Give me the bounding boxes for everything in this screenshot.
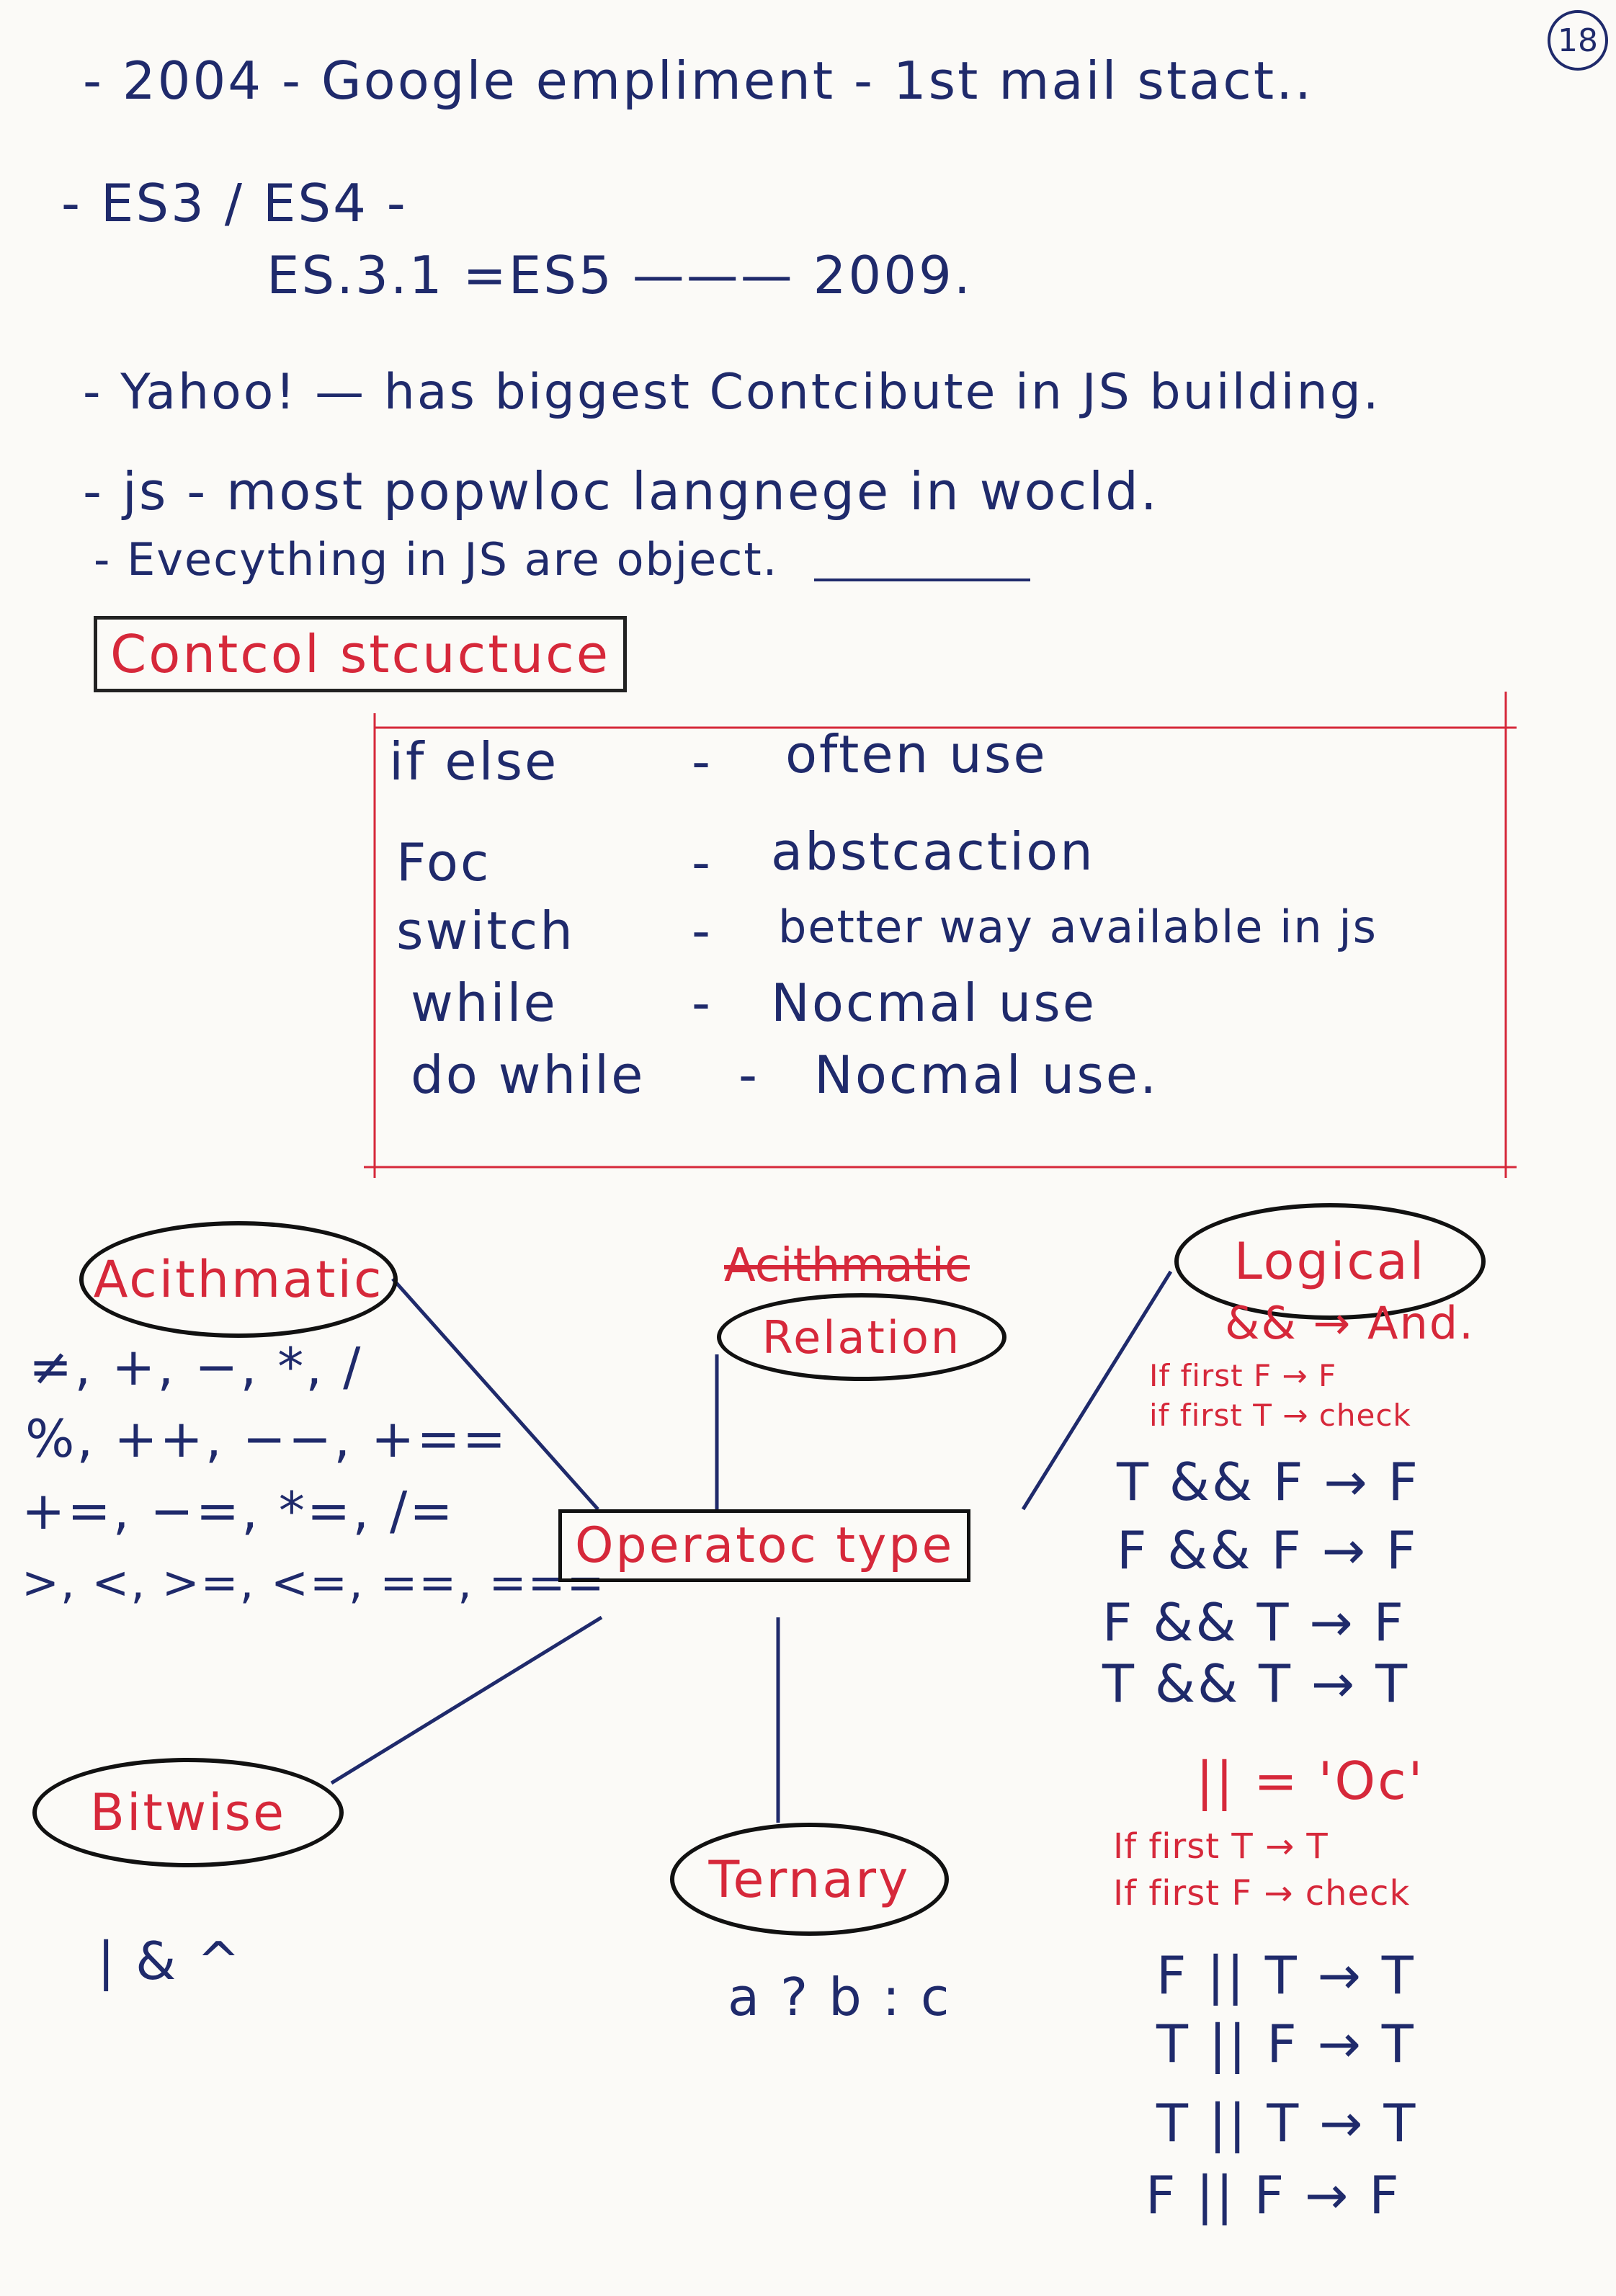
or-table-row: F || T → T — [1156, 1945, 1416, 2006]
note-google-2004: - 2004 - Google empliment - 1st mail sta… — [83, 50, 1313, 111]
and-table-row: F && T → F — [1102, 1592, 1406, 1653]
ternary-syntax: a ? b : c — [728, 1967, 952, 2027]
cs-desc: better way available in js — [778, 901, 1378, 953]
arithmatic-line: >, <, >=, <=, ==, === — [22, 1556, 606, 1609]
arithmatic-label: Acithmatic — [93, 1250, 384, 1309]
note-yahoo: - Yahoo! — has biggest Contcibute in JS … — [83, 364, 1381, 421]
cs-dash: - — [692, 901, 713, 961]
cs-dash: - — [692, 731, 713, 792]
and-rule: if first T → check — [1149, 1398, 1411, 1433]
or-table-row: F || F → F — [1146, 2165, 1401, 2225]
page-number: 18 — [1548, 10, 1608, 71]
cs-dash: - — [738, 1045, 759, 1105]
cs-desc: Nocmal use. — [814, 1045, 1159, 1105]
and-table-row: F && F → F — [1117, 1520, 1419, 1581]
control-structure-heading: Contcol stcuctuce — [94, 616, 628, 692]
cs-keyword: while — [411, 973, 558, 1033]
ternary-node: Ternary — [670, 1823, 949, 1936]
note-everything-object: - Evecything in JS are object. — [94, 533, 779, 586]
relation-node: Relation — [717, 1293, 1006, 1381]
or-rule: If first F → check — [1113, 1873, 1411, 1913]
or-heading: || = 'Oc' — [1196, 1751, 1425, 1811]
or-table-row: T || T → T — [1156, 2093, 1418, 2153]
bitwise-symbols: | & ^ — [97, 1931, 243, 1991]
or-rule: If first T → T — [1113, 1826, 1329, 1867]
arithmatic-line: ≠, +, −, *, / — [29, 1336, 363, 1397]
bitwise-node: Bitwise — [32, 1758, 344, 1867]
note-js-popular: - js - most popwloc langnege in wocld. — [83, 461, 1159, 522]
relation-label: Relation — [762, 1310, 962, 1364]
note-es3-es4: - ES3 / ES4 - — [61, 173, 408, 233]
arithmatic-line: +=, −=, *=, /= — [22, 1480, 455, 1541]
and-table-row: T && F → F — [1117, 1452, 1420, 1512]
and-rule: If first F → F — [1149, 1358, 1337, 1393]
arithmatic-line: %, ++, −−, +== — [25, 1408, 509, 1469]
note-es5-2009: ES.3.1 =ES5 ——— 2009. — [267, 245, 973, 305]
cs-keyword: if else — [389, 731, 559, 792]
logical-label: Logical — [1233, 1232, 1427, 1291]
cs-dash: - — [692, 973, 713, 1033]
cs-desc: abstcaction — [771, 821, 1095, 882]
cs-keyword: Foc — [396, 832, 491, 893]
cs-keyword: switch — [396, 901, 575, 961]
relation-struck-label: Acithmatic — [724, 1239, 970, 1292]
arithmatic-node: Acithmatic — [79, 1221, 398, 1338]
cs-desc: often use — [785, 724, 1048, 785]
cs-dash: - — [692, 832, 713, 893]
operator-type-center: Operatoc type — [558, 1509, 971, 1582]
or-table-row: T || F → T — [1156, 2014, 1416, 2074]
and-heading: && → And. — [1225, 1297, 1475, 1349]
cs-desc: Nocmal use — [771, 973, 1097, 1033]
cs-keyword: do while — [411, 1045, 646, 1105]
bitwise-label: Bitwise — [89, 1783, 287, 1842]
and-table-row: T && T → T — [1102, 1653, 1410, 1714]
ternary-label: Ternary — [708, 1849, 911, 1909]
